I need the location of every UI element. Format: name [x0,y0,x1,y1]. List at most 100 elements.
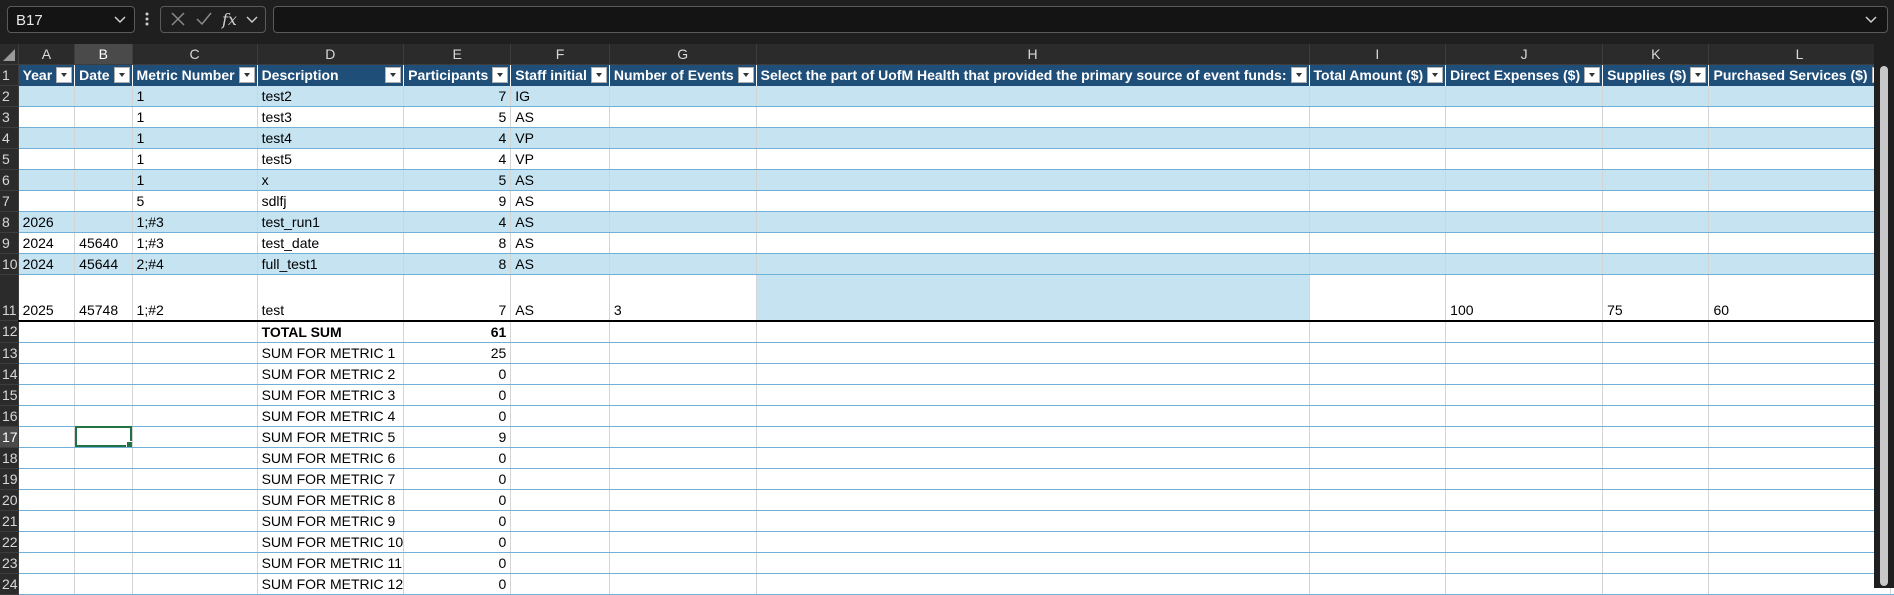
cell-h10[interactable] [756,253,1310,275]
cell-f15[interactable] [510,384,610,406]
cell-a16[interactable] [18,405,76,427]
cell-e5[interactable]: 4 [403,148,512,170]
cell-a14[interactable] [18,363,76,385]
cell-f19[interactable] [510,468,610,490]
cell-l3[interactable] [1708,106,1891,128]
cell-e21[interactable]: 0 [403,510,512,532]
cell-j9[interactable] [1445,232,1604,254]
cell-k22[interactable] [1602,531,1710,553]
cell-i16[interactable] [1309,405,1447,427]
filter-dropdown-icon[interactable] [737,67,754,83]
cell-f11[interactable]: AS [510,274,610,321]
row-header-1[interactable]: 1 [0,64,19,86]
header-k[interactable]: Supplies ($) [1602,64,1710,86]
cell-j8[interactable] [1445,211,1604,233]
cell-l19[interactable] [1708,468,1891,490]
cell-d6[interactable]: x [257,169,405,191]
cell-a17[interactable] [18,426,76,448]
cell-j21[interactable] [1445,510,1604,532]
more-dots-icon[interactable] [144,10,150,28]
cell-i11[interactable] [1309,274,1447,321]
cell-a12[interactable] [18,319,76,343]
header-c[interactable]: Metric Number [132,64,258,86]
cell-e7[interactable]: 9 [403,190,512,212]
cell-g12[interactable] [609,319,757,343]
cell-d2[interactable]: test2 [257,85,405,107]
header-h[interactable]: Select the part of UofM Health that prov… [756,64,1310,86]
cell-g15[interactable] [609,384,757,406]
filter-dropdown-icon[interactable] [385,67,402,83]
cell-e4[interactable]: 4 [403,127,512,149]
cell-l8[interactable] [1708,211,1891,233]
cell-e18[interactable]: 0 [403,447,512,469]
cell-j17[interactable] [1445,426,1604,448]
header-i[interactable]: Total Amount ($) [1309,64,1447,86]
cell-l21[interactable] [1708,510,1891,532]
cell-a4[interactable] [18,127,76,149]
cell-f20[interactable] [510,489,610,511]
expand-icon[interactable] [1863,11,1879,27]
cell-a5[interactable] [18,148,76,170]
cell-i20[interactable] [1309,489,1447,511]
cell-f16[interactable] [510,405,610,427]
header-b[interactable]: Date [74,64,133,86]
row-header[interactable]: 18 [0,447,19,469]
row-header[interactable]: 20 [0,489,19,511]
cell-l6[interactable] [1708,169,1891,191]
cell-b24[interactable] [74,573,133,595]
cell-e15[interactable]: 0 [403,384,512,406]
cell-c10[interactable]: 2;#4 [132,253,258,275]
cell-b13[interactable] [74,342,133,364]
cell-j14[interactable] [1445,363,1604,385]
cell-l9[interactable] [1708,232,1891,254]
cell-i3[interactable] [1309,106,1447,128]
cell-e22[interactable]: 0 [403,531,512,553]
cell-e2[interactable]: 7 [403,85,512,107]
row-header[interactable]: 15 [0,384,19,406]
column-header-a[interactable]: A [18,44,76,65]
cell-d21[interactable]: SUM FOR METRIC 9 [257,510,405,532]
cell-a13[interactable] [18,342,76,364]
cell-b8[interactable] [74,211,133,233]
cell-d9[interactable]: test_date [257,232,405,254]
cell-j16[interactable] [1445,405,1604,427]
cell-e19[interactable]: 0 [403,468,512,490]
cell-c14[interactable] [132,363,258,385]
cell-a8[interactable]: 2026 [18,211,76,233]
cell-k17[interactable] [1602,426,1710,448]
cell-l5[interactable] [1708,148,1891,170]
cell-a10[interactable]: 2024 [18,253,76,275]
cell-l4[interactable] [1708,127,1891,149]
cell-d18[interactable]: SUM FOR METRIC 6 [257,447,405,469]
active-cell-b17[interactable] [74,426,133,448]
cell-j5[interactable] [1445,148,1604,170]
cell-d5[interactable]: test5 [257,148,405,170]
cell-d10[interactable]: full_test1 [257,253,405,275]
cell-c11[interactable]: 1;#2 [132,274,258,321]
cell-l12[interactable] [1708,319,1891,343]
cell-a24[interactable] [18,573,76,595]
filter-dropdown-icon[interactable] [56,67,73,83]
cell-b15[interactable] [74,384,133,406]
cell-l2[interactable] [1708,85,1891,107]
cell-h4[interactable] [756,127,1310,149]
cell-f21[interactable] [510,510,610,532]
cell-d22[interactable]: SUM FOR METRIC 10 [257,531,405,553]
cell-h5[interactable] [756,148,1310,170]
header-e[interactable]: Participants [403,64,512,86]
cell-g24[interactable] [609,573,757,595]
row-header[interactable]: 11 [0,274,19,321]
cell-j19[interactable] [1445,468,1604,490]
row-header[interactable]: 6 [0,169,19,191]
cell-f17[interactable] [510,426,610,448]
cell-d8[interactable]: test_run1 [257,211,405,233]
cell-l13[interactable] [1708,342,1891,364]
row-header[interactable]: 21 [0,510,19,532]
cell-f9[interactable]: AS [510,232,610,254]
cell-g10[interactable] [609,253,757,275]
cell-i23[interactable] [1309,552,1447,574]
cell-g11[interactable]: 3 [609,274,757,321]
filter-dropdown-icon[interactable] [590,67,607,83]
cell-c2[interactable]: 1 [132,85,258,107]
cell-h19[interactable] [756,468,1310,490]
